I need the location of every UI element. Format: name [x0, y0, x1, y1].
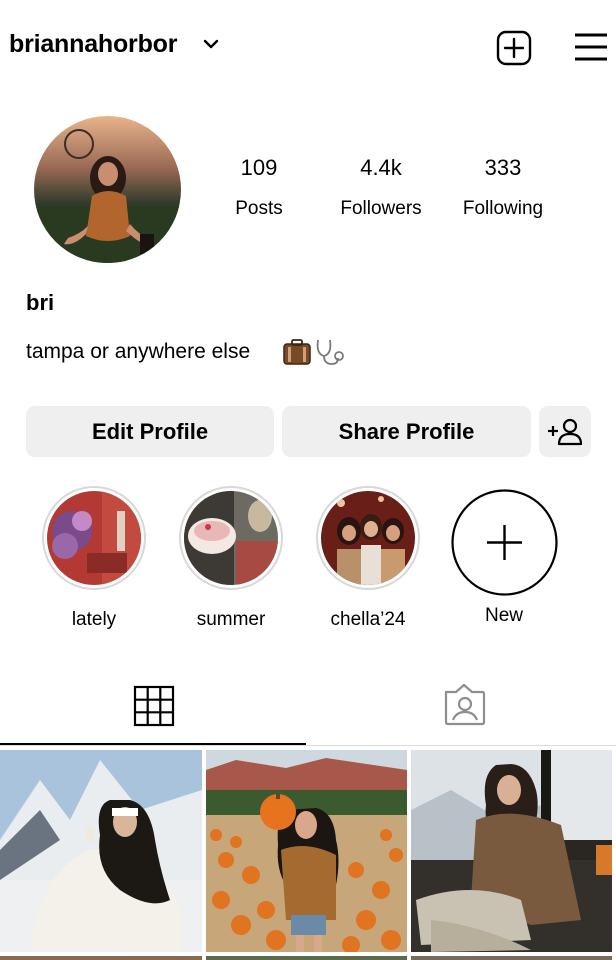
discover-people-button[interactable] — [539, 406, 591, 457]
post-image — [411, 750, 612, 952]
highlight-lately-cover — [47, 491, 141, 585]
highlight-summer-cover — [184, 491, 278, 585]
highlight-lately[interactable] — [42, 486, 146, 590]
suitcase-stethoscope-emoji-icon — [283, 339, 344, 365]
bio-text: tampa or anywhere else — [26, 340, 251, 363]
followers-count[interactable]: 4.4k — [321, 155, 441, 181]
post-thumbnail[interactable] — [206, 750, 407, 952]
post-thumbnail[interactable] — [411, 750, 612, 952]
highlight-summer[interactable] — [179, 486, 283, 590]
plus-square-icon[interactable] — [496, 30, 532, 66]
highlight-label-summer[interactable]: summer — [161, 609, 301, 631]
tab-grid[interactable] — [0, 670, 306, 746]
post-thumbnail[interactable] — [411, 956, 612, 960]
add-person-icon — [548, 418, 583, 445]
post-image — [0, 750, 202, 952]
avatar-photo — [34, 116, 181, 263]
plus-icon — [451, 489, 558, 596]
highlight-label-new[interactable]: New — [434, 605, 574, 627]
grid-icon — [133, 685, 175, 727]
tab-divider — [0, 745, 616, 746]
post-thumbnail[interactable] — [206, 956, 407, 960]
chevron-down-icon[interactable] — [203, 38, 219, 50]
tagged-person-icon — [444, 683, 486, 726]
followers-label[interactable]: Followers — [316, 198, 446, 220]
highlight-chella24[interactable] — [316, 486, 420, 590]
post-image — [206, 750, 407, 952]
post-thumbnail[interactable] — [0, 750, 202, 952]
highlight-label-chella24[interactable]: chella’24 — [298, 609, 438, 631]
tab-tagged[interactable] — [310, 670, 616, 746]
post-thumbnail[interactable] — [0, 956, 202, 960]
highlight-chella24-cover — [321, 491, 415, 585]
posts-label[interactable]: Posts — [194, 198, 324, 220]
highlight-label-lately[interactable]: lately — [24, 609, 164, 631]
share-profile-button[interactable]: Share Profile — [282, 406, 531, 457]
profile-username[interactable]: briannahorbor — [9, 30, 177, 59]
avatar[interactable] — [34, 116, 181, 263]
following-label[interactable]: Following — [438, 198, 568, 220]
new-highlight-button[interactable] — [451, 489, 558, 596]
display-name: bri — [26, 290, 55, 315]
following-count[interactable]: 333 — [443, 155, 563, 181]
posts-count[interactable]: 109 — [199, 155, 319, 181]
edit-profile-button[interactable]: Edit Profile — [26, 406, 274, 457]
hamburger-menu-icon[interactable] — [574, 32, 608, 62]
